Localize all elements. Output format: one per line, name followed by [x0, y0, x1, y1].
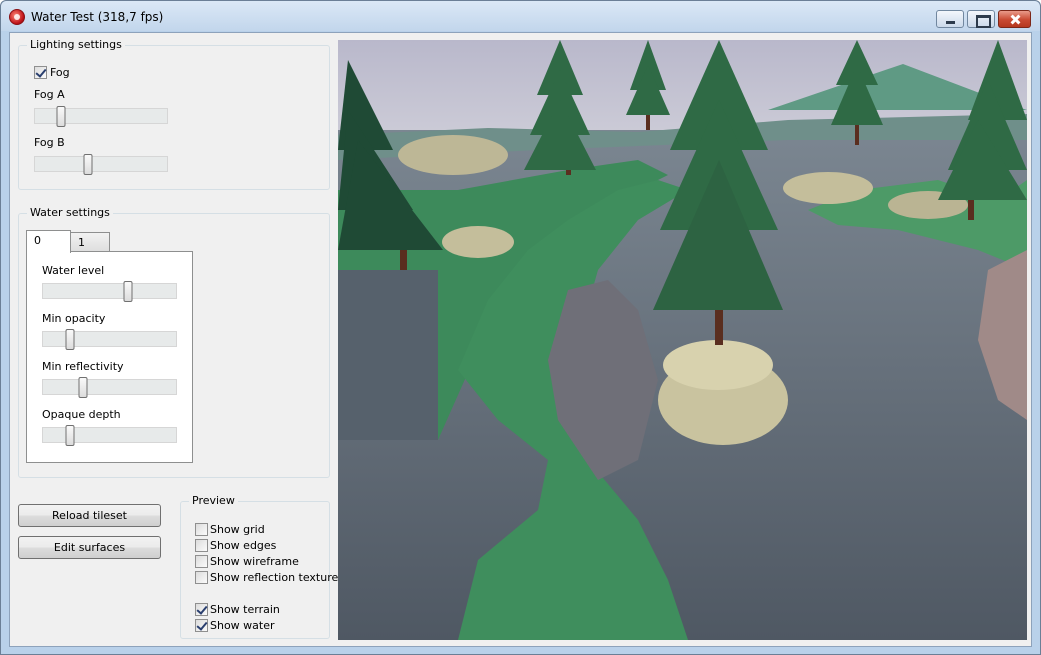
show-terrain-label: Show terrain — [210, 603, 280, 616]
tab-0-label: 0 — [34, 234, 41, 247]
show-water-label: Show water — [210, 619, 275, 632]
min-reflectivity-slider-thumb[interactable] — [78, 377, 88, 398]
water-level-label: Water level — [42, 264, 105, 277]
fog-a-slider[interactable] — [34, 106, 168, 127]
show-edges-label: Show edges — [210, 539, 277, 552]
water-settings-group: Water settings 0 1 Water level Min opaci… — [18, 206, 330, 478]
window-title: Water Test (318,7 fps) — [31, 10, 164, 24]
title-bar[interactable]: Water Test (318,7 fps) — [1, 1, 1040, 31]
edit-surfaces-button[interactable]: Edit surfaces — [18, 536, 161, 559]
water-settings-title: Water settings — [27, 206, 113, 219]
water-tab-panel: Water level Min opacity Min reflectivity… — [26, 251, 193, 463]
tab-1[interactable]: 1 — [70, 232, 110, 253]
fog-a-label: Fog A — [34, 88, 65, 101]
opaque-depth-label: Opaque depth — [42, 408, 121, 421]
fog-label: Fog — [50, 66, 70, 79]
minimize-icon[interactable] — [936, 10, 964, 28]
preview-title: Preview — [189, 494, 238, 507]
reload-tileset-button[interactable]: Reload tileset — [18, 504, 161, 527]
opaque-depth-slider[interactable] — [42, 425, 177, 446]
sparkle-water — [338, 270, 438, 440]
tab-1-label: 1 — [78, 236, 85, 249]
show-grid-label: Show grid — [210, 523, 265, 536]
show-reflection-texture-checkbox[interactable] — [195, 571, 208, 584]
preview-group: Preview Show grid Show edges Show wirefr… — [180, 494, 338, 639]
opaque-depth-slider-thumb[interactable] — [65, 425, 75, 446]
show-water-checkbox[interactable] — [195, 619, 208, 632]
rock-far-left — [398, 135, 508, 175]
tab-0[interactable]: 0 — [26, 230, 71, 253]
min-reflectivity-slider[interactable] — [42, 377, 177, 398]
lighting-settings-title: Lighting settings — [27, 38, 125, 51]
rock-island-top — [663, 340, 773, 390]
show-edges-checkbox[interactable] — [195, 539, 208, 552]
fog-b-slider-thumb[interactable] — [83, 154, 93, 175]
show-terrain-checkbox[interactable] — [195, 603, 208, 616]
maximize-icon[interactable] — [967, 10, 995, 28]
show-grid-checkbox[interactable] — [195, 523, 208, 536]
fog-a-slider-thumb[interactable] — [56, 106, 66, 127]
min-opacity-label: Min opacity — [42, 312, 106, 325]
show-wireframe-label: Show wireframe — [210, 555, 299, 568]
rock-small — [442, 226, 514, 258]
min-reflectivity-label: Min reflectivity — [42, 360, 124, 373]
show-reflection-texture-label: Show reflection texture — [210, 571, 339, 584]
client-area: Lighting settings Fog Fog A Fog B Water … — [9, 32, 1032, 647]
show-wireframe-checkbox[interactable] — [195, 555, 208, 568]
fog-checkbox[interactable] — [34, 66, 47, 79]
rock-right — [783, 172, 873, 204]
scene-render — [338, 40, 1027, 640]
water-level-slider-thumb[interactable] — [123, 281, 133, 302]
lighting-settings-group: Lighting settings Fog Fog A Fog B — [18, 38, 330, 190]
app-window: Water Test (318,7 fps) Lighting settings… — [0, 0, 1041, 655]
min-opacity-slider[interactable] — [42, 329, 177, 350]
water-level-slider[interactable] — [42, 281, 177, 302]
app-icon — [9, 9, 25, 25]
fog-b-label: Fog B — [34, 136, 65, 149]
fog-b-slider[interactable] — [34, 154, 168, 175]
close-icon[interactable] — [998, 10, 1031, 28]
3d-viewport[interactable] — [338, 40, 1027, 640]
min-opacity-slider-thumb[interactable] — [65, 329, 75, 350]
